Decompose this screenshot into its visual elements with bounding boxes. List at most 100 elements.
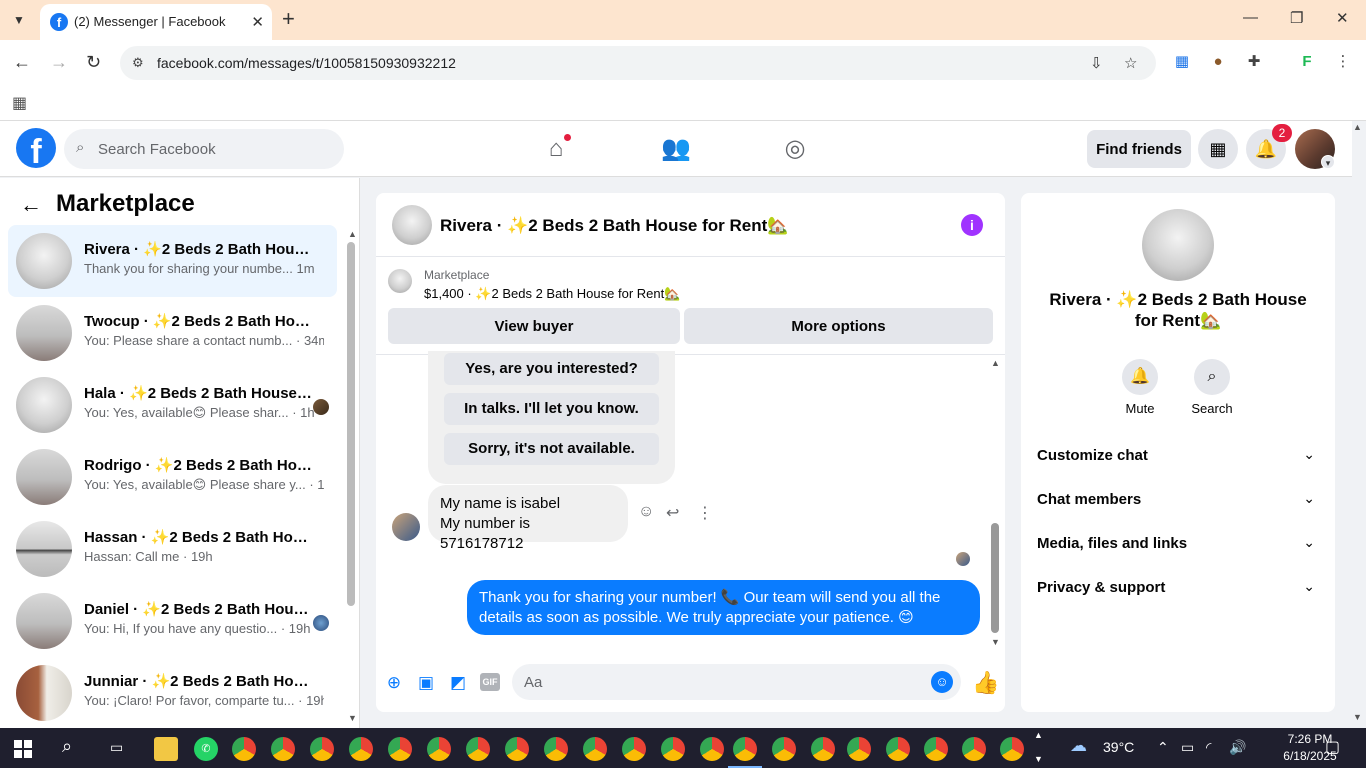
thumbs-up-icon[interactable]: 👍 [972,670,999,696]
chat-members-row[interactable]: Chat members ⌄ [1029,480,1327,520]
taskbar-scroll-down-icon[interactable]: ▼ [1034,754,1043,764]
chrome-icon[interactable] [772,737,796,761]
chrome-icon[interactable] [886,737,910,761]
media-files-links-row[interactable]: Media, files and links ⌄ [1029,524,1327,564]
chrome-icon[interactable] [505,737,529,761]
chat-listing-thumbnail[interactable] [392,205,432,245]
facebook-logo-icon[interactable]: f [16,128,56,168]
quick-reply-button[interactable]: Sorry, it's not available. [444,433,659,465]
chrome-icon[interactable] [271,737,295,761]
conversation-item[interactable]: Hassan · ✨2 Beds 2 Bath House for Rent🏡 … [8,513,337,585]
chrome-icon[interactable] [661,737,685,761]
chrome-icon[interactable] [583,737,607,761]
chrome-icon[interactable] [1000,737,1024,761]
chat-title[interactable]: Rivera · ✨2 Beds 2 Bath House for Rent🏡 [440,216,788,236]
reload-icon[interactable]: ↻ [86,52,101,73]
plus-circle-icon[interactable]: ⊕ [383,672,405,694]
groups-icon[interactable]: ◎ [777,131,813,167]
site-info-icon[interactable]: ⚙ [132,55,148,71]
chrome-icon[interactable] [466,737,490,761]
whatsapp-icon[interactable]: ✆ [194,737,218,761]
browser-tab[interactable]: f (2) Messenger | Facebook ✕ [40,4,272,40]
wifi-icon[interactable]: ◜ [1206,739,1211,756]
search-action[interactable]: ⌕ Search [1184,359,1240,416]
info-icon[interactable]: i [961,214,983,236]
chrome-icon-active[interactable] [733,737,757,761]
apps-grid-icon[interactable]: ▦ [12,93,27,113]
chat-scrollbar[interactable] [991,523,999,633]
sticker-icon[interactable]: ◩ [447,672,469,694]
facebook-search-input[interactable] [98,129,338,169]
omnibox[interactable]: ⚙ facebook.com/messages/t/10058150930932… [120,46,1156,80]
message-input[interactable] [524,664,924,700]
chrome-icon[interactable] [700,737,724,761]
privacy-support-row[interactable]: Privacy & support ⌄ [1029,568,1327,608]
chrome-icon[interactable] [622,737,646,761]
chrome-icon[interactable] [388,737,412,761]
page-scroll-up-icon[interactable]: ▲ [1353,122,1362,132]
gif-icon[interactable]: GIF [480,673,500,691]
close-tab-icon[interactable]: ✕ [251,13,264,31]
volume-icon[interactable]: 🔊 [1229,739,1246,756]
chrome-icon[interactable] [924,737,948,761]
customize-chat-row[interactable]: Customize chat ⌄ [1029,436,1327,476]
sender-avatar[interactable] [392,513,420,541]
account-chevron-icon[interactable]: ▾ [1321,155,1335,169]
bell-icon[interactable]: 🔔 [1122,359,1158,395]
chrome-icon[interactable] [349,737,373,761]
quick-reply-button[interactable]: Yes, are you interested? [444,353,659,385]
close-window-icon[interactable]: ✕ [1336,9,1349,27]
cookie-extension-icon[interactable]: ● [1208,52,1228,72]
chrome-icon[interactable] [962,737,986,761]
back-arrow-icon[interactable]: ← [20,192,42,218]
chrome-icon[interactable] [232,737,256,761]
emoji-icon[interactable]: ☺ [931,671,953,693]
conversation-item[interactable]: Hala · ✨2 Beds 2 Bath House for Rent🏡 Yo… [8,369,337,441]
menu-grid-icon[interactable]: ▦ [1198,129,1238,169]
chat-scroll-down-icon[interactable]: ▼ [991,637,1000,647]
windows-start-icon[interactable] [14,740,32,758]
quick-reply-button[interactable]: In talks. I'll let you know. [444,393,659,425]
view-buyer-button[interactable]: View buyer [388,308,680,344]
new-tab-icon[interactable]: + [282,8,295,30]
sidebar-scrollbar[interactable] [347,242,355,606]
facebook-search[interactable]: ⌕ [64,129,344,169]
find-friends-button[interactable]: Find friends [1087,130,1191,168]
chrome-icon[interactable] [811,737,835,761]
notification-center-icon[interactable]: ▢ [1325,737,1340,757]
message-input-box[interactable]: ☺ [512,664,961,700]
minimize-icon[interactable]: — [1243,9,1258,26]
back-icon[interactable]: ← [13,52,31,73]
file-explorer-icon[interactable] [154,737,178,761]
task-view-icon[interactable]: ▭ [110,739,123,756]
chrome-icon[interactable] [310,737,334,761]
photo-icon[interactable]: ▣ [415,672,437,694]
feedly-extension-icon[interactable]: F [1297,52,1317,72]
forward-icon[interactable]: → [50,52,68,73]
more-options-button[interactable]: More options [684,308,993,344]
chrome-icon[interactable] [847,737,871,761]
home-icon[interactable]: ⌂ [538,131,574,167]
tray-chevron-icon[interactable]: ⌃ [1157,739,1169,756]
conversation-item[interactable]: Twocup · ✨2 Beds 2 Bath House for Rent🏡 … [8,297,337,369]
install-app-icon[interactable]: ⇩ [1090,54,1103,72]
taskbar-scroll-up-icon[interactable]: ▲ [1034,730,1043,740]
more-actions-icon[interactable]: ⋮ [697,503,713,523]
scroll-down-icon[interactable]: ▼ [348,713,357,723]
conversation-item[interactable]: Rodrigo · ✨2 Beds 2 Bath House for Rent🏡… [8,441,337,513]
url-text[interactable]: facebook.com/messages/t/1005815093093221… [157,55,456,71]
info-listing-thumbnail[interactable] [1142,209,1214,281]
mute-action[interactable]: 🔔 Mute [1112,359,1168,416]
browser-menu-icon[interactable]: ⋮ [1333,52,1353,72]
friends-icon[interactable]: 👥 [658,131,694,167]
extensions-puzzle-icon[interactable]: ✚ [1244,52,1264,72]
listing-price[interactable]: $1,400 · ✨2 Beds 2 Bath House for Rent🏡 [424,286,680,302]
restore-icon[interactable]: ❐ [1290,9,1303,27]
tab-search-chevron-icon[interactable]: ▼ [8,10,30,30]
search-icon[interactable]: ⌕ [62,736,72,757]
page-scroll-down-icon[interactable]: ▼ [1353,712,1362,722]
conversation-item[interactable]: Daniel · ✨2 Beds 2 Bath House for Rent🏡 … [8,585,337,657]
react-icon[interactable]: ☺ [638,503,654,521]
chat-scroll-up-icon[interactable]: ▲ [991,358,1000,368]
search-icon[interactable]: ⌕ [1194,359,1230,395]
